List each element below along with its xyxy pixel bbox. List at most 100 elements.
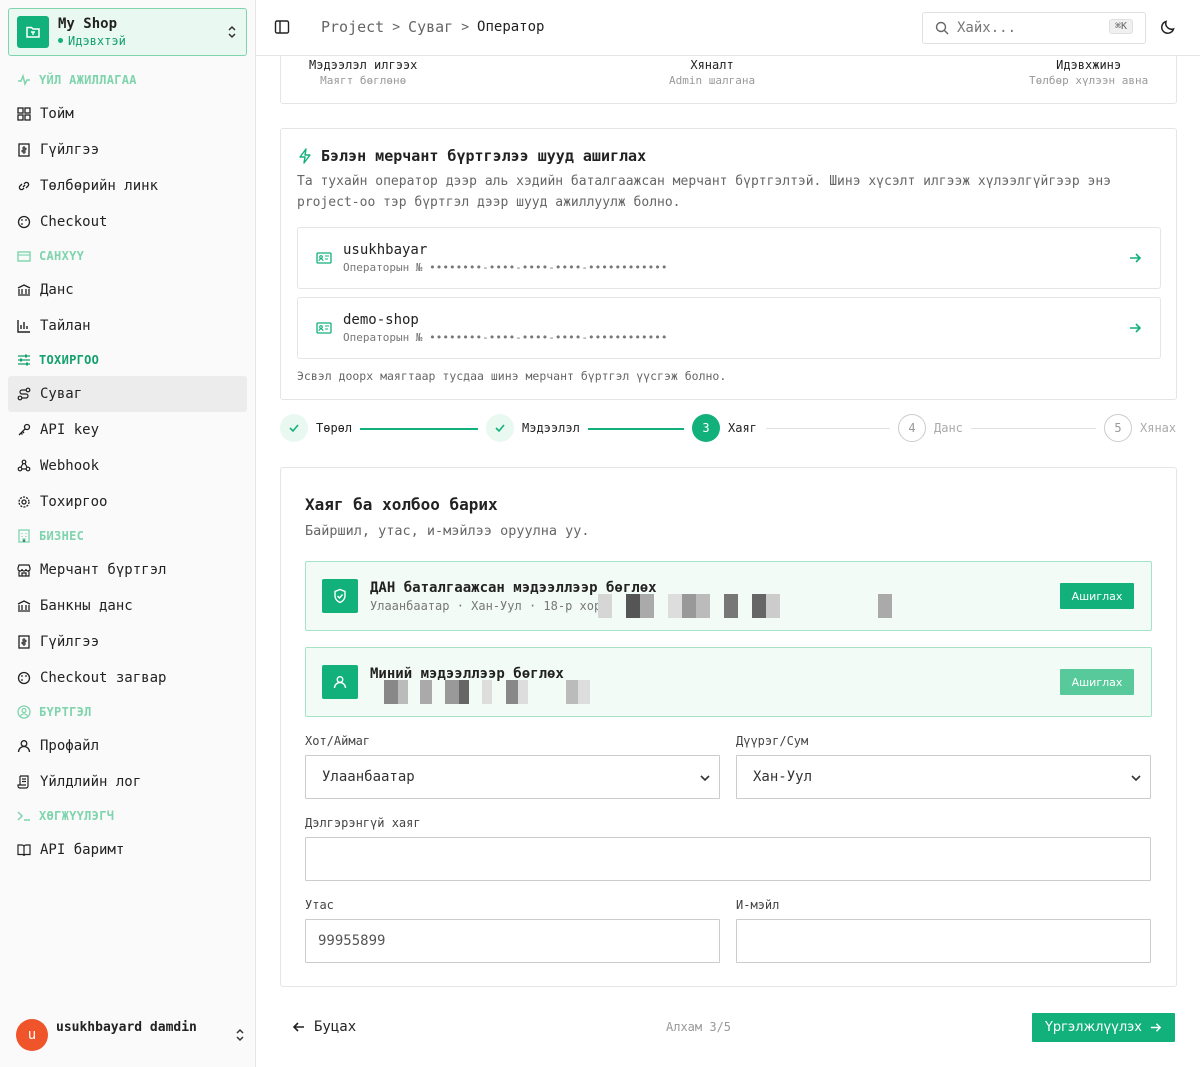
sidebar-item-label: Банкны данс [40,598,133,614]
sidebar-item-reports[interactable]: Тайлан [8,308,247,344]
breadcrumb: Project > Суваг > Оператор [321,18,544,36]
fill-from-mine-option: Миний мэдээллээр бөглөх Ашиглах [305,647,1152,717]
sidebar-item-checkout[interactable]: Checkout [8,204,247,240]
use-dan-button[interactable]: Ашиглах [1060,583,1134,609]
sidebar-item-label: Төлбөрийн линк [40,178,159,194]
bar-chart-icon [17,320,30,333]
sidebar-item-transactions[interactable]: Гүйлгээ [8,132,247,168]
district-label: Дүүрэг/Сум [736,734,809,748]
receipt-icon [18,143,30,157]
grid-icon [17,107,31,121]
info-sub: Төлбөр хүлээн авна [1029,74,1149,87]
step-connector [360,428,478,430]
detail-address-label: Дэлгэрэнгүй хаяг [305,816,421,830]
sidebar-item-overview[interactable]: Тойм [8,96,247,132]
webhook-icon [17,459,31,472]
email-input[interactable] [736,919,1151,963]
main-content: Мэдээлэл илгээх Маягт бөглөнө Хяналт Adm… [256,56,1200,1067]
sidebar-item-label: Үйлдлийн лог [40,774,142,790]
sidebar-item-label: API key [40,422,100,438]
sidebar-item-label: Тохиргоо [40,494,108,510]
back-label: Буцах [314,1019,357,1035]
sidebar-item-label: Тайлан [40,318,91,334]
status-dot [58,38,63,43]
option-subtitle: Улаанбаатар · Хан-Уул · 18-р хор [370,599,602,613]
step-label: Мэдээлэл [522,421,580,435]
shop-status: Идэвхтэй [58,33,226,49]
section-settings: ТОХИРГОО [8,344,247,376]
receipt-icon [18,635,30,649]
step-connector [588,428,684,430]
arrow-right-icon [1130,253,1142,263]
zap-icon [299,148,311,164]
sidebar-item-checkout-template[interactable]: Checkout загвар [8,660,247,696]
user-icon [17,740,31,753]
city-select[interactable]: Улаанбаатар [305,755,720,799]
arrow-right-icon [1150,1023,1162,1032]
chevron-right-icon: > [392,19,401,35]
sidebar-item-api-docs[interactable]: API баримт [8,832,247,868]
info-sub: Маягт бөглөнө [320,74,407,87]
sidebar-item-webhook[interactable]: Webhook [8,448,247,484]
info-sub: Admin шалгана [669,74,756,87]
palette-icon [17,671,31,685]
address-card: Хаяг ба холбоо барих Байршил, утас, и-мэ… [280,467,1177,987]
sidebar-item-payment-link[interactable]: Төлбөрийн линк [8,168,247,204]
activity-icon [18,73,30,87]
existing-merchant-desc: Та тухайн оператор дээр аль хэдийн батал… [297,174,1111,210]
wallet-icon [17,251,31,262]
sidebar-item-merchant-registration[interactable]: Мерчант бүртгэл [8,552,247,588]
district-select[interactable]: Хан-Уул [736,755,1151,799]
sidebar-item-label: Мерчант бүртгэл [40,562,167,578]
step-counter: Алхам 3/5 [666,1020,732,1034]
phone-input[interactable]: 99955899 [305,919,720,963]
bank-icon [17,600,31,612]
search-input[interactable]: Хайх... ⌘K [922,12,1146,44]
breadcrumb-project[interactable]: Project [321,18,384,36]
sidebar-toggle-icon[interactable] [274,19,290,35]
sidebar-item-label: Checkout загвар [40,670,167,686]
step-2: Мэдээлэл [486,414,580,442]
check-icon [280,414,308,442]
info-title: Мэдээлэл илгээх [309,58,418,72]
sidebar-item-biz-transactions[interactable]: Гүйлгээ [8,624,247,660]
section-label: БҮРТГЭЛ [39,705,92,719]
chevron-down-icon [700,775,710,782]
user-menu[interactable]: u usukhbayard damdin [16,1018,246,1052]
moon-icon[interactable] [1160,19,1176,35]
section-developer: ХӨГЖҮҮЛЭГЧ [8,800,247,832]
merchant-option-demo-shop[interactable]: demo-shop Операторын № ••••••••-••••-•••… [297,297,1161,359]
sidebar-item-activity-log[interactable]: Үйлдлийн лог [8,764,247,800]
merchant-operator-id: Операторын № ••••••••-••••-••••-••••-•••… [343,261,668,274]
chevron-up-down-icon [228,25,236,39]
existing-merchant-card: Бэлэн мерчант бүртгэлээ шууд ашиглах Та … [280,128,1177,400]
sidebar-item-label: Гүйлгээ [40,142,100,158]
continue-button[interactable]: Үргэлжлүүлэх [1032,1013,1175,1042]
back-button[interactable]: Буцах [292,1019,356,1035]
sidebar-item-accounts[interactable]: Данс [8,272,247,308]
sidebar-item-api-key[interactable]: API key [8,412,247,448]
use-mine-button[interactable]: Ашиглах [1060,669,1134,695]
search-icon [935,21,949,35]
sidebar-item-channel[interactable]: Суваг [8,376,247,412]
sidebar-item-settings[interactable]: Тохиргоо [8,484,247,520]
section-label: ХӨГЖҮҮЛЭГЧ [39,809,115,823]
detail-address-input[interactable] [305,837,1151,881]
sidebar-item-bank-account[interactable]: Банкны данс [8,588,247,624]
step-4: 4 Данс [898,414,963,442]
sidebar-item-label: Профайл [40,738,100,754]
user-icon [322,665,358,699]
section-finance: САНХҮҮ [8,240,247,272]
city-value: Улаанбаатар [322,769,415,785]
step-connector [766,428,890,429]
sidebar-item-profile[interactable]: Профайл [8,728,247,764]
breadcrumb-channel[interactable]: Суваг [408,18,453,36]
shop-switcher[interactable]: My Shop Идэвхтэй [8,8,247,56]
merchant-name: usukhbayar [343,242,428,258]
merchant-option-usukhbayar[interactable]: usukhbayar Операторын № ••••••••-••••-••… [297,227,1161,289]
user-name: usukhbayard damdin [56,1019,197,1035]
chevron-down-icon [1131,775,1141,782]
user-circle-icon [17,705,31,719]
section-label: ТОХИРГОО [39,353,100,367]
sidebar-item-label: Суваг [40,386,83,402]
